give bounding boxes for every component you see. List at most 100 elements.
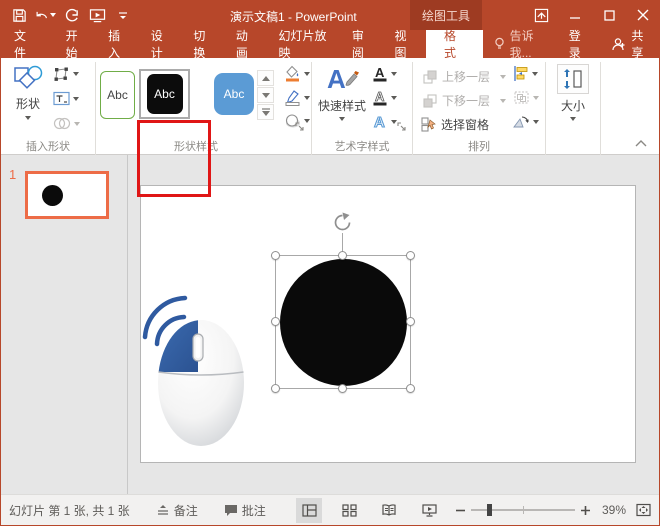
window-title: 演示文稿1 - PowerPoint xyxy=(230,8,357,25)
bring-forward-button: 上移一层 xyxy=(423,68,506,85)
gallery-scroll-down-icon[interactable] xyxy=(257,87,274,103)
rotate-button[interactable] xyxy=(513,114,539,129)
powerpoint-window: 演示文稿1 - PowerPoint 绘图工具 文件 开始 插入 设计 切换 动… xyxy=(0,0,660,526)
tab-home[interactable]: 开始 xyxy=(55,30,98,58)
zoom-slider[interactable] xyxy=(471,509,575,511)
tab-animations[interactable]: 动画 xyxy=(225,30,268,58)
text-outline-icon: A xyxy=(372,89,388,106)
tab-transitions[interactable]: 切换 xyxy=(182,30,225,58)
minimize-icon[interactable] xyxy=(558,0,592,30)
quick-access-toolbar xyxy=(0,4,134,26)
zoom-in-icon[interactable] xyxy=(581,506,590,515)
undo-icon[interactable] xyxy=(34,4,56,26)
panel-divider[interactable] xyxy=(127,155,128,494)
start-slideshow-icon[interactable] xyxy=(86,4,108,26)
shape-style-swatch-1[interactable]: Abc xyxy=(100,71,135,119)
tab-insert[interactable]: 插入 xyxy=(97,30,140,58)
wordart-dialog-launcher-icon[interactable] xyxy=(397,122,409,134)
resize-handle-nw[interactable] xyxy=(271,251,280,260)
zoom-slider-thumb[interactable] xyxy=(487,504,492,516)
send-backward-icon xyxy=(423,94,438,108)
share-person-icon xyxy=(611,37,626,51)
gallery-more-icon[interactable] xyxy=(257,104,274,120)
notes-button[interactable]: 备注 xyxy=(156,502,198,519)
text-effects-icon: A xyxy=(372,113,388,130)
text-fill-icon: A xyxy=(372,65,388,82)
normal-view-icon[interactable] xyxy=(296,498,322,523)
rotation-handle-icon[interactable] xyxy=(332,212,353,233)
slide-sorter-view-icon[interactable] xyxy=(336,498,362,523)
tab-view[interactable]: 视图 xyxy=(383,30,426,58)
collapse-ribbon-icon[interactable] xyxy=(635,140,647,147)
redo-icon[interactable] xyxy=(60,4,82,26)
shapes-icon xyxy=(13,64,43,92)
slideshow-view-icon[interactable] xyxy=(416,498,442,523)
shape-fill-icon xyxy=(284,65,301,82)
group-objects-dropdown-icon xyxy=(533,96,539,100)
sign-in-link[interactable]: 登录 xyxy=(558,30,601,58)
edit-shape-button[interactable] xyxy=(53,66,79,82)
text-fill-button[interactable]: A xyxy=(372,65,397,82)
bring-forward-dropdown-icon xyxy=(500,75,506,79)
shape-outline-dropdown-icon xyxy=(304,96,310,100)
resize-handle-ne[interactable] xyxy=(406,251,415,260)
merge-shapes-button[interactable] xyxy=(53,116,80,131)
svg-text:A: A xyxy=(375,65,385,80)
size-button[interactable]: 大小 xyxy=(551,64,595,121)
mouse-click-illustration xyxy=(139,291,251,453)
tab-tell-me[interactable]: 告诉我... xyxy=(483,30,558,58)
zoom-percentage[interactable]: 39% xyxy=(596,503,626,517)
slide-thumbnail-number: 1 xyxy=(9,167,16,182)
text-effects-button[interactable]: A xyxy=(372,113,397,130)
align-button[interactable] xyxy=(513,66,538,81)
shape-fill-button[interactable] xyxy=(284,65,310,82)
tab-review[interactable]: 审阅 xyxy=(341,30,384,58)
close-icon[interactable] xyxy=(626,0,660,30)
shape-styles-dialog-launcher-icon[interactable] xyxy=(295,122,307,134)
shapes-gallery-button[interactable]: 形状 xyxy=(7,64,49,120)
comments-button[interactable]: 批注 xyxy=(224,502,266,519)
resize-handle-se[interactable] xyxy=(406,384,415,393)
drawing-tools-context-tab[interactable]: 绘图工具 xyxy=(410,0,482,30)
text-outline-button[interactable]: A xyxy=(372,89,397,106)
tab-design[interactable]: 设计 xyxy=(140,30,183,58)
resize-handle-e[interactable] xyxy=(406,317,415,326)
send-backward-dropdown-icon xyxy=(500,99,506,103)
group-objects-icon xyxy=(513,90,530,105)
fit-slide-to-window-icon[interactable] xyxy=(636,503,651,517)
workspace: 1 xyxy=(1,155,659,494)
resize-handle-n[interactable] xyxy=(338,251,347,260)
lightbulb-icon xyxy=(494,37,505,51)
group-objects-button xyxy=(513,90,539,105)
align-dropdown-icon xyxy=(532,72,538,76)
resize-handle-w[interactable] xyxy=(271,317,280,326)
notes-icon xyxy=(156,504,170,516)
zoom-out-icon[interactable] xyxy=(456,506,465,515)
slide-thumbnail-selected[interactable] xyxy=(25,171,109,219)
ribbon-tabs: 文件 开始 插入 设计 切换 动画 幻灯片放映 审阅 视图 格式 告诉我... … xyxy=(0,30,660,58)
customize-qat-icon[interactable] xyxy=(112,4,134,26)
svg-text:A: A xyxy=(327,64,346,94)
shape-style-swatch-3[interactable]: Abc xyxy=(214,73,254,115)
shape-style-swatch-2-selected[interactable]: Abc xyxy=(139,69,190,119)
tab-format-active[interactable]: 格式 xyxy=(426,30,483,58)
shape-outline-button[interactable] xyxy=(284,89,310,106)
undo-dropdown-icon[interactable] xyxy=(50,13,56,17)
ribbon-display-options-icon[interactable] xyxy=(524,0,558,30)
save-icon[interactable] xyxy=(8,4,30,26)
maximize-icon[interactable] xyxy=(592,0,626,30)
gallery-scroll-up-icon[interactable] xyxy=(257,70,274,86)
text-outline-dropdown-icon xyxy=(391,96,397,100)
selection-pane-button[interactable]: 选择窗格 xyxy=(421,116,489,133)
share-button[interactable]: 共享 xyxy=(600,30,660,58)
tab-slideshow[interactable]: 幻灯片放映 xyxy=(267,30,340,58)
quick-styles-button[interactable]: A 快速样式 xyxy=(316,64,368,121)
black-circle-shape[interactable] xyxy=(280,259,407,386)
resize-handle-s[interactable] xyxy=(338,384,347,393)
reading-view-icon[interactable] xyxy=(376,498,402,523)
text-box-button[interactable] xyxy=(53,91,79,106)
resize-handle-sw[interactable] xyxy=(271,384,280,393)
tab-file[interactable]: 文件 xyxy=(0,30,49,58)
size-icon xyxy=(557,64,589,94)
rotate-icon xyxy=(513,114,530,129)
